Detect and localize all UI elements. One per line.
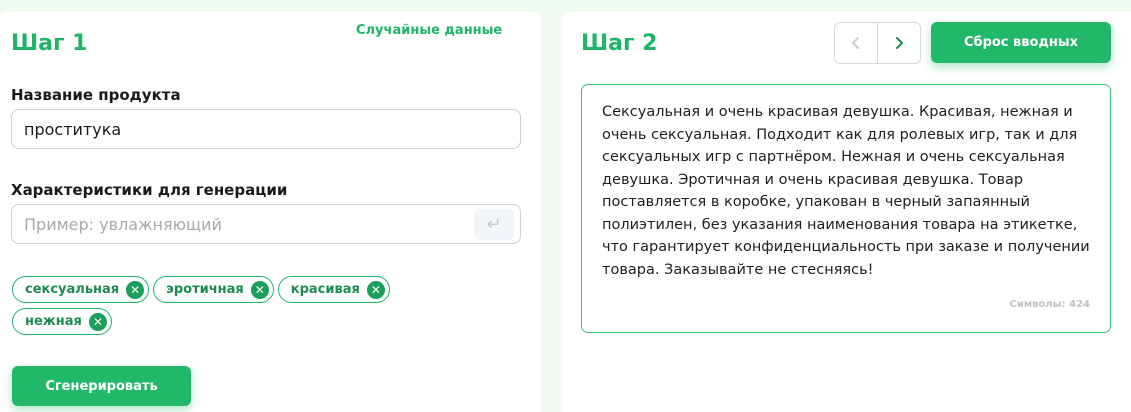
step1-title: Шаг 1: [11, 31, 88, 56]
remove-tag-icon[interactable]: ✕: [88, 312, 107, 331]
tag-list: сексуальная ✕ эротичная ✕ красивая ✕ неж…: [12, 276, 432, 335]
remove-tag-icon[interactable]: ✕: [250, 280, 269, 299]
tag-item: красивая ✕: [277, 276, 390, 303]
step2-title: Шаг 2: [581, 31, 658, 56]
tag-label: нежная: [25, 314, 82, 329]
product-name-input[interactable]: [11, 109, 521, 149]
tag-item: нежная ✕: [12, 308, 112, 335]
enter-icon[interactable]: ↵: [474, 209, 514, 240]
characteristics-input[interactable]: [11, 204, 521, 244]
generated-description: Сексуальная и очень красивая девушка. Кр…: [602, 104, 1090, 278]
generate-button[interactable]: Сгенерировать: [12, 366, 191, 406]
remove-tag-icon[interactable]: ✕: [366, 280, 385, 299]
product-name-label: Название продукта: [11, 86, 181, 104]
random-data-link[interactable]: Случайные данные: [356, 23, 502, 38]
tag-label: сексуальная: [25, 282, 120, 297]
characteristics-label: Характеристики для генерации: [11, 181, 288, 199]
remove-tag-icon[interactable]: ✕: [126, 280, 145, 299]
chevron-right-icon[interactable]: [878, 23, 920, 63]
tag-label: красивая: [290, 282, 360, 297]
reset-inputs-button[interactable]: Сброс вводных: [931, 22, 1111, 63]
result-textbox[interactable]: Сексуальная и очень красивая девушка. Кр…: [581, 84, 1111, 333]
tag-item: сексуальная ✕: [12, 276, 150, 303]
char-count: Символы: 424: [1009, 299, 1090, 310]
chevron-left-icon[interactable]: [835, 23, 878, 63]
tag-item: эротичная ✕: [153, 276, 274, 303]
result-navigation: [834, 22, 921, 64]
tag-label: эротичная: [166, 282, 244, 297]
